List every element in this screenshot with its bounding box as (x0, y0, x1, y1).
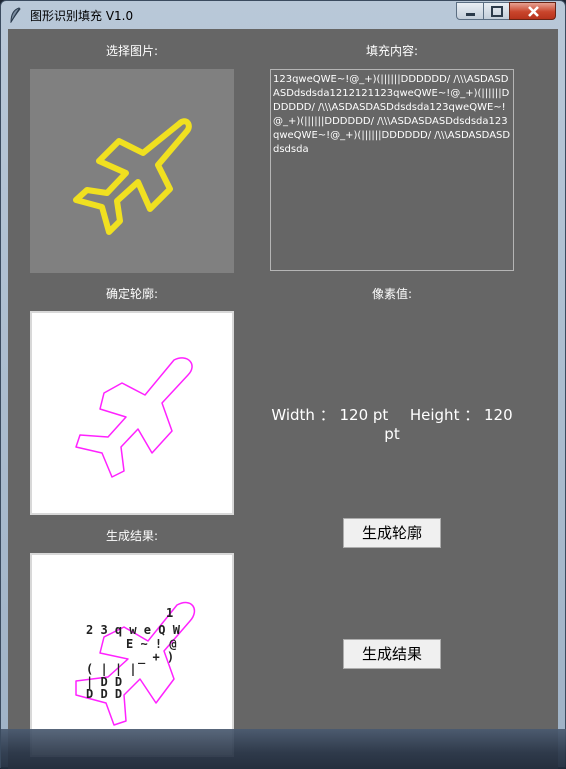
select-image-label: 选择图片: (105, 44, 159, 58)
height-label: Height ： (409, 406, 480, 424)
svg-text:2 3 q w e Q W: 2 3 q w e Q W (86, 623, 181, 637)
svg-text:E ~ ! @: E ~ ! @ (126, 637, 177, 651)
width-label: Width ： (271, 406, 335, 424)
main-panel: 选择图片: 填充内容: 123qweQWE~!@_+)(||||||DDDDDD… (8, 29, 558, 769)
result-label: 生成结果: (105, 529, 159, 543)
generate-result-button[interactable]: 生成结果 (343, 639, 441, 669)
source-image[interactable] (30, 69, 234, 273)
window-title: 图形识别填充 V1.0 (30, 9, 134, 23)
fill-content-label: 填充内容: (365, 44, 419, 58)
close-button[interactable] (509, 2, 556, 20)
minimize-button[interactable] (456, 2, 484, 20)
airplane-icon (73, 118, 192, 235)
svg-text:D D D: D D D (86, 687, 122, 701)
svg-text:( | | |: ( | | | (86, 662, 137, 676)
contour-label: 确定轮廓: (105, 287, 159, 301)
pixel-value-label: 像素值: (371, 287, 413, 301)
generate-contour-button[interactable]: 生成轮廓 (343, 518, 441, 548)
result-preview: 1 2 3 q w e Q W E ~ ! @ _ + ) ( | | | | … (30, 553, 234, 757)
svg-text:1: 1 (166, 606, 173, 620)
title-bar[interactable]: 图形识别填充 V1.0 (1, 1, 565, 29)
width-value: 120 pt (339, 406, 389, 424)
contour-preview (30, 311, 234, 515)
taskbar (1, 729, 566, 769)
app-window: 图形识别填充 V1.0 选择图片: 填充内容: 123qweQWE~!@_+)(… (0, 0, 566, 769)
svg-text:_ + ): _ + ) (138, 650, 174, 665)
maximize-button[interactable] (483, 2, 510, 20)
fill-content-textarea[interactable]: 123qweQWE~!@_+)(||||||DDDDDD/ /\\\ASDASD… (270, 69, 514, 271)
feather-icon (8, 7, 22, 24)
pixel-dimensions: Width ： 120 pt Height ： 120 pt (270, 404, 514, 443)
